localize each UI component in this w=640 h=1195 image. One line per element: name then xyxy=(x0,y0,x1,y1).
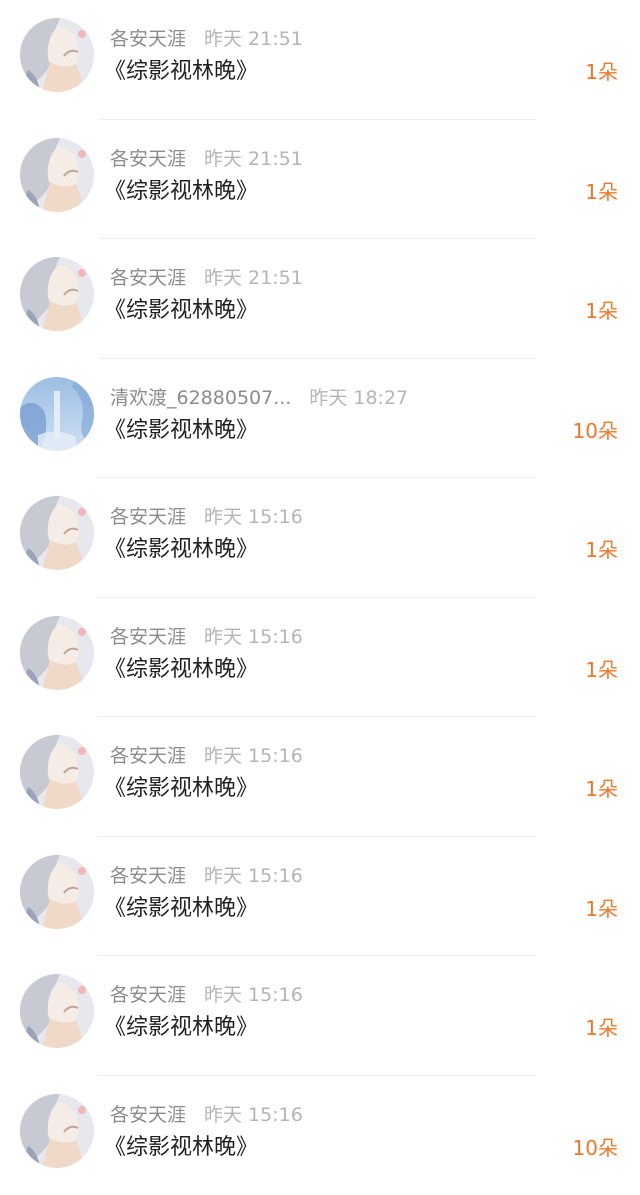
list-item[interactable]: 各安天涯昨天 21:51 《综影视林晚》 1朵 xyxy=(0,0,640,120)
girl-illustration-icon xyxy=(20,616,94,690)
flower-count: 1朵 xyxy=(585,297,618,325)
timestamp: 昨天 21:51 xyxy=(204,267,303,289)
sender-line: 各安天涯昨天 21:51 xyxy=(110,146,303,172)
girl-illustration-icon xyxy=(20,496,94,570)
avatar[interactable] xyxy=(20,616,94,690)
girl-illustration-icon xyxy=(20,138,94,212)
list-item[interactable]: 清欢渡_62880507... 昨天 18:27 《综影视林晚》 10朵 xyxy=(0,359,640,479)
sender-name[interactable]: 各安天涯 xyxy=(110,745,186,767)
sender-name[interactable]: 各安天涯 xyxy=(110,148,186,170)
timestamp: 昨天 21:51 xyxy=(204,28,303,50)
sender-name[interactable]: 各安天涯 xyxy=(110,865,186,887)
blue-waterfall-icon xyxy=(20,377,94,451)
flower-count: 10朵 xyxy=(573,417,618,445)
sender-line: 各安天涯昨天 15:16 xyxy=(110,504,303,530)
list-item[interactable]: 各安天涯昨天 21:51 《综影视林晚》 1朵 xyxy=(0,239,640,359)
timestamp: 昨天 15:16 xyxy=(204,865,303,887)
sender-name[interactable]: 各安天涯 xyxy=(110,506,186,528)
sender-line: 各安天涯昨天 15:16 xyxy=(110,1102,303,1128)
timestamp: 昨天 15:16 xyxy=(204,506,303,528)
sender-line: 清欢渡_62880507... 昨天 18:27 xyxy=(110,385,408,411)
girl-illustration-icon xyxy=(20,257,94,331)
avatar[interactable] xyxy=(20,496,94,570)
timestamp: 昨天 15:16 xyxy=(204,984,303,1006)
timestamp: 昨天 15:16 xyxy=(204,1104,303,1126)
book-title: 《综影视林晚》 xyxy=(104,535,258,565)
sender-name[interactable]: 各安天涯 xyxy=(110,984,186,1006)
girl-illustration-icon xyxy=(20,735,94,809)
avatar[interactable] xyxy=(20,138,94,212)
girl-illustration-icon xyxy=(20,974,94,1048)
book-title: 《综影视林晚》 xyxy=(104,1013,258,1043)
book-title: 《综影视林晚》 xyxy=(104,1133,258,1163)
list-item[interactable]: 各安天涯昨天 15:16 《综影视林晚》 1朵 xyxy=(0,598,640,718)
girl-illustration-icon xyxy=(20,855,94,929)
list-item[interactable]: 各安天涯昨天 15:16 《综影视林晚》 1朵 xyxy=(0,478,640,598)
list-item[interactable]: 各安天涯昨天 15:16 《综影视林晚》 1朵 xyxy=(0,956,640,1076)
avatar[interactable] xyxy=(20,377,94,451)
flower-count: 10朵 xyxy=(573,1134,618,1162)
girl-illustration-icon xyxy=(20,1094,94,1168)
list-item[interactable]: 各安天涯昨天 21:51 《综影视林晚》 1朵 xyxy=(0,120,640,240)
list-item[interactable]: 各安天涯昨天 15:16 《综影视林晚》 1朵 xyxy=(0,717,640,837)
flower-count: 1朵 xyxy=(585,1014,618,1042)
list-item[interactable]: 各安天涯昨天 15:16 《综影视林晚》 1朵 xyxy=(0,837,640,957)
avatar[interactable] xyxy=(20,1094,94,1168)
sender-name[interactable]: 清欢渡_62880507... xyxy=(110,387,291,409)
book-title: 《综影视林晚》 xyxy=(104,774,258,804)
timestamp: 昨天 21:51 xyxy=(204,148,303,170)
sender-line: 各安天涯昨天 15:16 xyxy=(110,743,303,769)
flower-count: 1朵 xyxy=(585,656,618,684)
avatar[interactable] xyxy=(20,257,94,331)
avatar[interactable] xyxy=(20,855,94,929)
girl-illustration-icon xyxy=(20,18,94,92)
timestamp: 昨天 15:16 xyxy=(204,626,303,648)
book-title: 《综影视林晚》 xyxy=(104,416,258,446)
sender-line: 各安天涯昨天 15:16 xyxy=(110,863,303,889)
flower-count: 1朵 xyxy=(585,895,618,923)
book-title: 《综影视林晚》 xyxy=(104,177,258,207)
sender-name[interactable]: 各安天涯 xyxy=(110,267,186,289)
sender-name[interactable]: 各安天涯 xyxy=(110,28,186,50)
flower-count: 1朵 xyxy=(585,775,618,803)
sender-line: 各安天涯昨天 21:51 xyxy=(110,26,303,52)
timestamp: 昨天 15:16 xyxy=(204,745,303,767)
avatar[interactable] xyxy=(20,735,94,809)
sender-line: 各安天涯昨天 15:16 xyxy=(110,982,303,1008)
book-title: 《综影视林晚》 xyxy=(104,655,258,685)
book-title: 《综影视林晚》 xyxy=(104,894,258,924)
book-title: 《综影视林晚》 xyxy=(104,296,258,326)
flower-count: 1朵 xyxy=(585,178,618,206)
book-title: 《综影视林晚》 xyxy=(104,57,258,87)
sender-name[interactable]: 各安天涯 xyxy=(110,626,186,648)
avatar[interactable] xyxy=(20,974,94,1048)
sender-line: 各安天涯昨天 15:16 xyxy=(110,624,303,650)
avatar[interactable] xyxy=(20,18,94,92)
sender-line: 各安天涯昨天 21:51 xyxy=(110,265,303,291)
timestamp: 昨天 18:27 xyxy=(309,387,408,409)
sender-name[interactable]: 各安天涯 xyxy=(110,1104,186,1126)
list-item[interactable]: 各安天涯昨天 15:16 《综影视林晚》 10朵 xyxy=(0,1076,640,1195)
flower-count: 1朵 xyxy=(585,536,618,564)
flower-count: 1朵 xyxy=(585,58,618,86)
gift-record-list: 各安天涯昨天 21:51 《综影视林晚》 1朵 各安天涯昨天 21:51 《综影… xyxy=(0,0,640,1195)
